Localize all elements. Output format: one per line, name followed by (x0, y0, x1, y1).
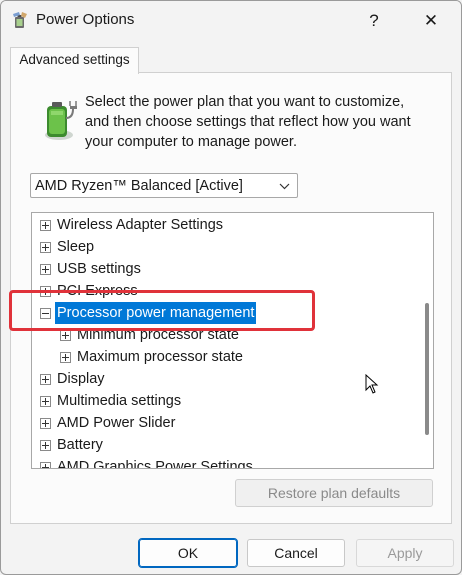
annotation-highlight-box (9, 290, 315, 331)
expand-icon[interactable] (40, 440, 51, 451)
expand-icon[interactable] (40, 242, 51, 253)
tree-item-label: AMD Power Slider (57, 415, 176, 431)
tab-label: Advanced settings (19, 52, 130, 67)
tree-item-label: USB settings (57, 261, 141, 277)
scrollbar-thumb[interactable] (425, 303, 429, 435)
expand-icon[interactable] (40, 220, 51, 231)
help-icon: ? (369, 11, 379, 30)
power-plan-value: AMD Ryzen™ Balanced [Active] (35, 178, 243, 194)
apply-button[interactable]: Apply (356, 539, 454, 567)
expand-icon[interactable] (40, 264, 51, 275)
ok-button[interactable]: OK (138, 538, 238, 568)
plan-description: Select the power plan that you want to c… (85, 94, 411, 150)
close-icon: ✕ (423, 11, 439, 30)
tree-item-label: Wireless Adapter Settings (57, 217, 224, 233)
tree-scrollbar[interactable] (420, 213, 433, 468)
expand-icon[interactable] (60, 352, 71, 363)
expand-icon[interactable] (40, 462, 51, 468)
tab-advanced-settings[interactable]: Advanced settings (10, 47, 139, 74)
battery-plug-icon (45, 101, 77, 140)
power-options-window: Power Options ? ✕ Advanced settings Sele… (0, 0, 462, 575)
cancel-button[interactable]: Cancel (247, 539, 345, 567)
expand-icon[interactable] (40, 374, 51, 385)
tree-item-label: Multimedia settings (57, 393, 182, 409)
tree-item-label: Battery (57, 437, 103, 453)
chevron-down-icon (279, 174, 290, 208)
expand-icon[interactable] (60, 330, 71, 341)
close-button[interactable]: ✕ (406, 1, 456, 41)
tree-item-label: Display (57, 371, 105, 387)
tree-item-label: AMD Graphics Power Settings (57, 459, 253, 469)
expand-icon[interactable] (40, 396, 51, 407)
window-title: Power Options (36, 11, 135, 28)
power-plan-dropdown[interactable]: AMD Ryzen™ Balanced [Active] (30, 173, 298, 198)
restore-plan-defaults-button[interactable]: Restore plan defaults (235, 479, 433, 507)
title-bar: Power Options ? ✕ (1, 1, 461, 41)
power-options-app-icon (13, 12, 27, 28)
expand-icon[interactable] (40, 418, 51, 429)
settings-tree[interactable]: Wireless Adapter Settings Sleep USB sett… (31, 212, 434, 469)
tree-item-label: Sleep (57, 239, 95, 255)
mouse-cursor-icon (365, 374, 379, 394)
help-button[interactable]: ? (349, 1, 399, 41)
tree-item-label: Maximum processor state (77, 349, 243, 365)
